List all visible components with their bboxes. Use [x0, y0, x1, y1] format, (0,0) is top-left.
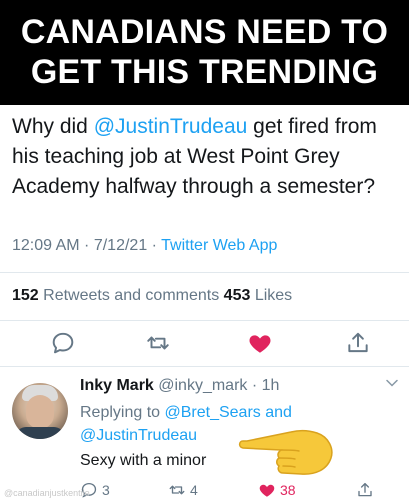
reply-count: 3	[102, 482, 110, 498]
avatar-face	[26, 395, 54, 429]
reply-author-handle[interactable]: @inky_mark	[154, 377, 247, 394]
retweets-count[interactable]: 152	[12, 287, 39, 304]
chevron-down-icon[interactable]	[386, 379, 398, 387]
reply-actions: 3 4 38	[80, 481, 402, 501]
retweet-count: 4	[190, 482, 198, 498]
headline-banner: CANADIANS NEED TO GET THIS TRENDING	[0, 0, 409, 105]
reply-tweet[interactable]: Inky Mark @inky_mark · 1h Replying to @B…	[12, 375, 402, 500]
divider	[0, 366, 409, 367]
headline-line-2: GET THIS TRENDING	[30, 53, 379, 91]
likes-count[interactable]: 453	[224, 287, 251, 304]
headline-line-1: CANADIANS NEED TO	[20, 13, 389, 51]
like-count: 38	[280, 482, 296, 498]
reply-text: Sexy with a minor	[80, 452, 207, 469]
retweet-icon[interactable]	[168, 481, 186, 499]
avatar-shirt	[16, 427, 64, 439]
reply-icon[interactable]	[50, 330, 76, 356]
reply-like-action[interactable]: 38	[258, 481, 296, 499]
reply-author-name[interactable]: Inky Mark	[80, 377, 154, 394]
watermark: @canadianjustkentile	[4, 488, 90, 498]
reply-share-action[interactable]	[356, 481, 374, 499]
tweet-date[interactable]: 7/12/21	[94, 237, 147, 254]
divider	[0, 272, 409, 273]
mention-link[interactable]: @JustinTrudeau	[80, 427, 197, 444]
tweet-stats: 152 Retweets and comments 453 Likes	[12, 287, 292, 305]
share-icon[interactable]	[345, 330, 371, 356]
heart-icon[interactable]	[258, 481, 276, 499]
retweet-icon[interactable]	[145, 330, 171, 356]
tweet-time[interactable]: 12:09 AM	[12, 237, 80, 254]
tweet-actions	[0, 330, 409, 360]
divider	[0, 320, 409, 321]
avatar[interactable]	[12, 383, 68, 439]
pointing-finger-emoji-icon	[238, 429, 333, 475]
tweet-source[interactable]: Twitter Web App	[161, 237, 277, 254]
share-icon[interactable]	[356, 481, 374, 499]
mention-link[interactable]: @JustinTrudeau	[94, 115, 248, 138]
tweet-text: Why did @JustinTrudeau get fired from hi…	[12, 115, 377, 198]
reply-time[interactable]: · 1h	[247, 377, 280, 394]
retweets-label[interactable]: Retweets and comments	[39, 287, 224, 304]
tweet-meta: 12:09 AM · 7/12/21 · Twitter Web App	[12, 237, 278, 254]
reply-retweet-action[interactable]: 4	[168, 481, 198, 499]
heart-icon[interactable]	[247, 330, 273, 356]
reply-header: Inky Mark @inky_mark · 1h	[80, 377, 279, 395]
likes-label[interactable]: Likes	[250, 287, 292, 304]
